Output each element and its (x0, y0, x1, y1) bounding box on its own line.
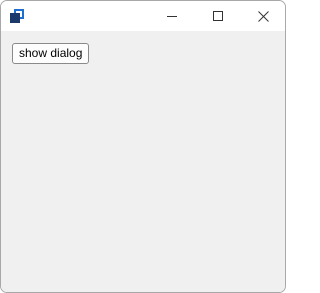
maximize-button[interactable] (195, 1, 241, 31)
title-bar[interactable] (1, 1, 285, 31)
maximize-icon (213, 11, 223, 21)
app-window-icon (10, 9, 24, 23)
minimize-button[interactable] (149, 1, 195, 31)
minimize-icon (167, 11, 177, 21)
app-window: show dialog (0, 0, 286, 293)
client-area: show dialog (1, 31, 285, 292)
close-icon (257, 10, 269, 22)
show-dialog-button[interactable]: show dialog (12, 43, 90, 64)
close-button[interactable] (240, 1, 285, 31)
